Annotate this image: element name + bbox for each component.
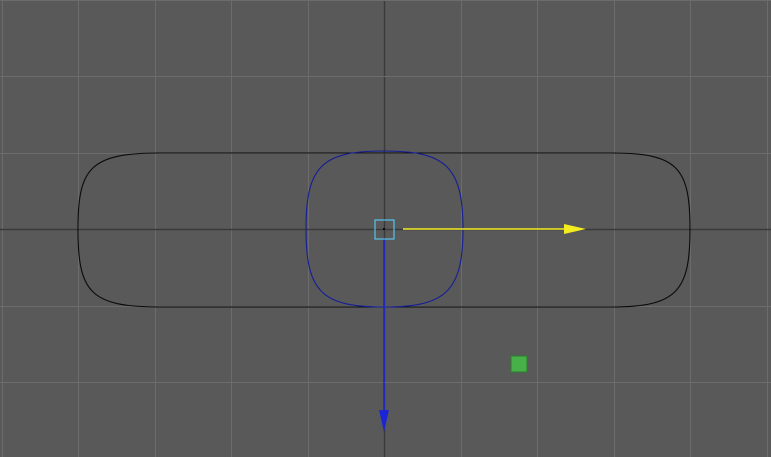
z-axis-arrow[interactable] [379, 239, 389, 432]
viewport-3d[interactable] [0, 0, 771, 457]
plane-handle[interactable] [510, 355, 528, 373]
move-manipulator[interactable] [374, 219, 586, 432]
x-axis-arrow[interactable] [403, 224, 586, 234]
viewport-canvas[interactable] [0, 0, 771, 457]
pivot-center-dot [383, 228, 385, 230]
ground-grid [0, 0, 771, 457]
